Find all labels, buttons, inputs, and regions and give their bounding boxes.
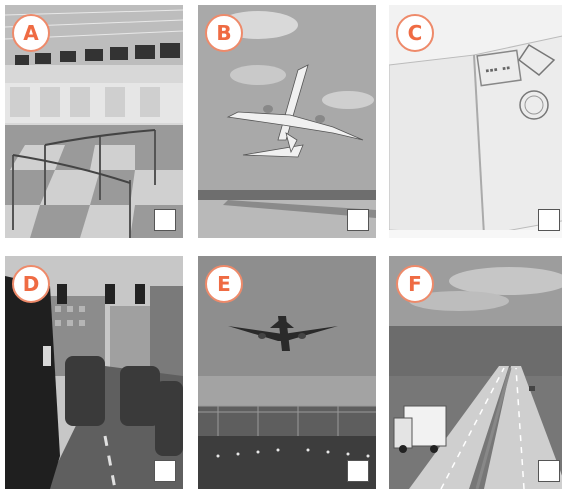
option-card-f[interactable]: F [389, 256, 562, 489]
option-checkbox[interactable] [154, 209, 176, 231]
option-letter-badge: F [396, 265, 434, 303]
option-checkbox[interactable] [154, 460, 176, 482]
option-checkbox[interactable] [347, 460, 369, 482]
option-letter-badge: D [12, 265, 50, 303]
option-letter-badge: B [205, 14, 243, 52]
option-letter-badge: C [396, 14, 434, 52]
option-card-c[interactable]: ▪▪▪ ▪▪ C [389, 5, 562, 238]
option-checkbox[interactable] [347, 209, 369, 231]
option-checkbox[interactable] [538, 460, 560, 482]
option-card-b[interactable]: B [198, 5, 376, 238]
option-letter-badge: E [205, 265, 243, 303]
option-card-e[interactable]: E [198, 256, 376, 489]
option-letter-badge: A [12, 14, 50, 52]
option-checkbox[interactable] [538, 209, 560, 231]
option-card-d[interactable]: D [5, 256, 183, 489]
option-card-a[interactable]: A [5, 5, 183, 238]
